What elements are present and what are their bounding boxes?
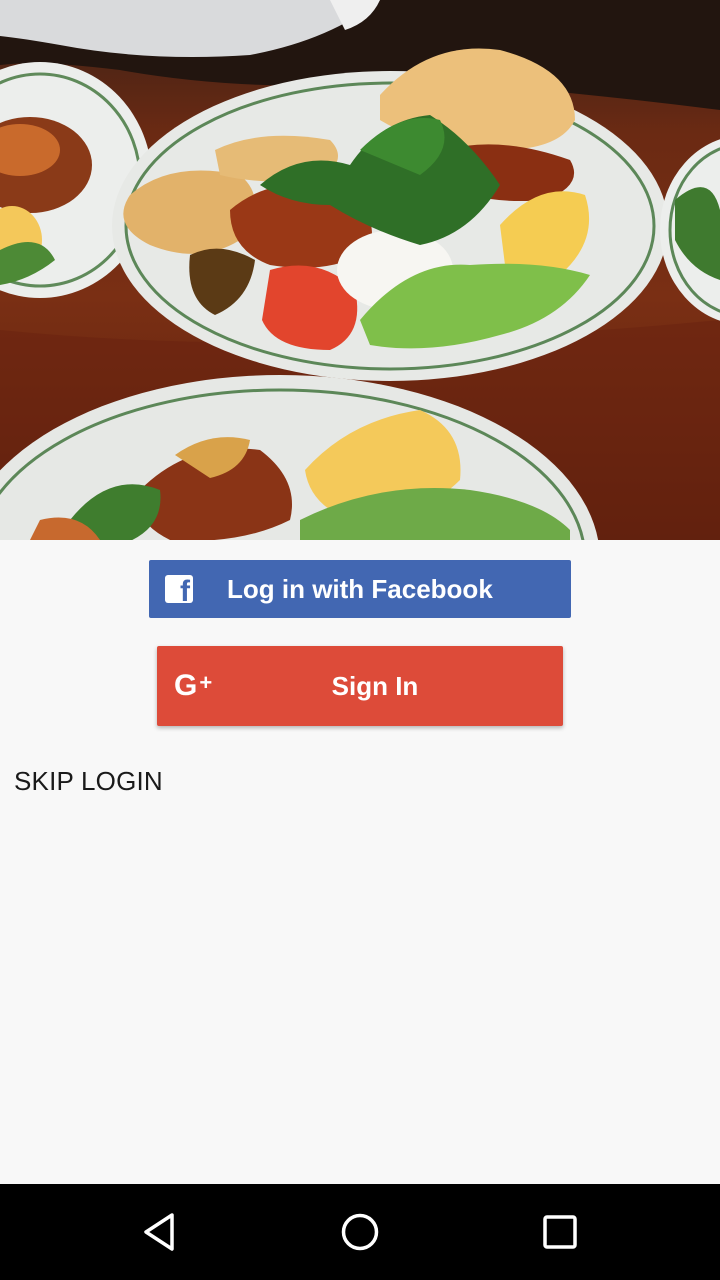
food-photo xyxy=(0,0,720,540)
recents-icon[interactable] xyxy=(538,1210,582,1254)
food-photo-illustration xyxy=(0,0,720,540)
back-icon[interactable] xyxy=(138,1210,182,1254)
system-navigation-bar xyxy=(0,1184,720,1280)
home-icon[interactable] xyxy=(338,1210,382,1254)
facebook-login-button[interactable]: f Log in with Facebook xyxy=(149,560,571,618)
google-sign-in-button[interactable]: G + Sign In xyxy=(157,646,563,726)
facebook-login-label: Log in with Facebook xyxy=(227,574,493,604)
skip-login-link[interactable]: SKIP LOGIN xyxy=(14,766,163,802)
google-plus-icon: G + xyxy=(174,669,212,702)
google-sign-in-label: Sign In xyxy=(331,671,419,701)
facebook-icon: f xyxy=(165,575,193,603)
